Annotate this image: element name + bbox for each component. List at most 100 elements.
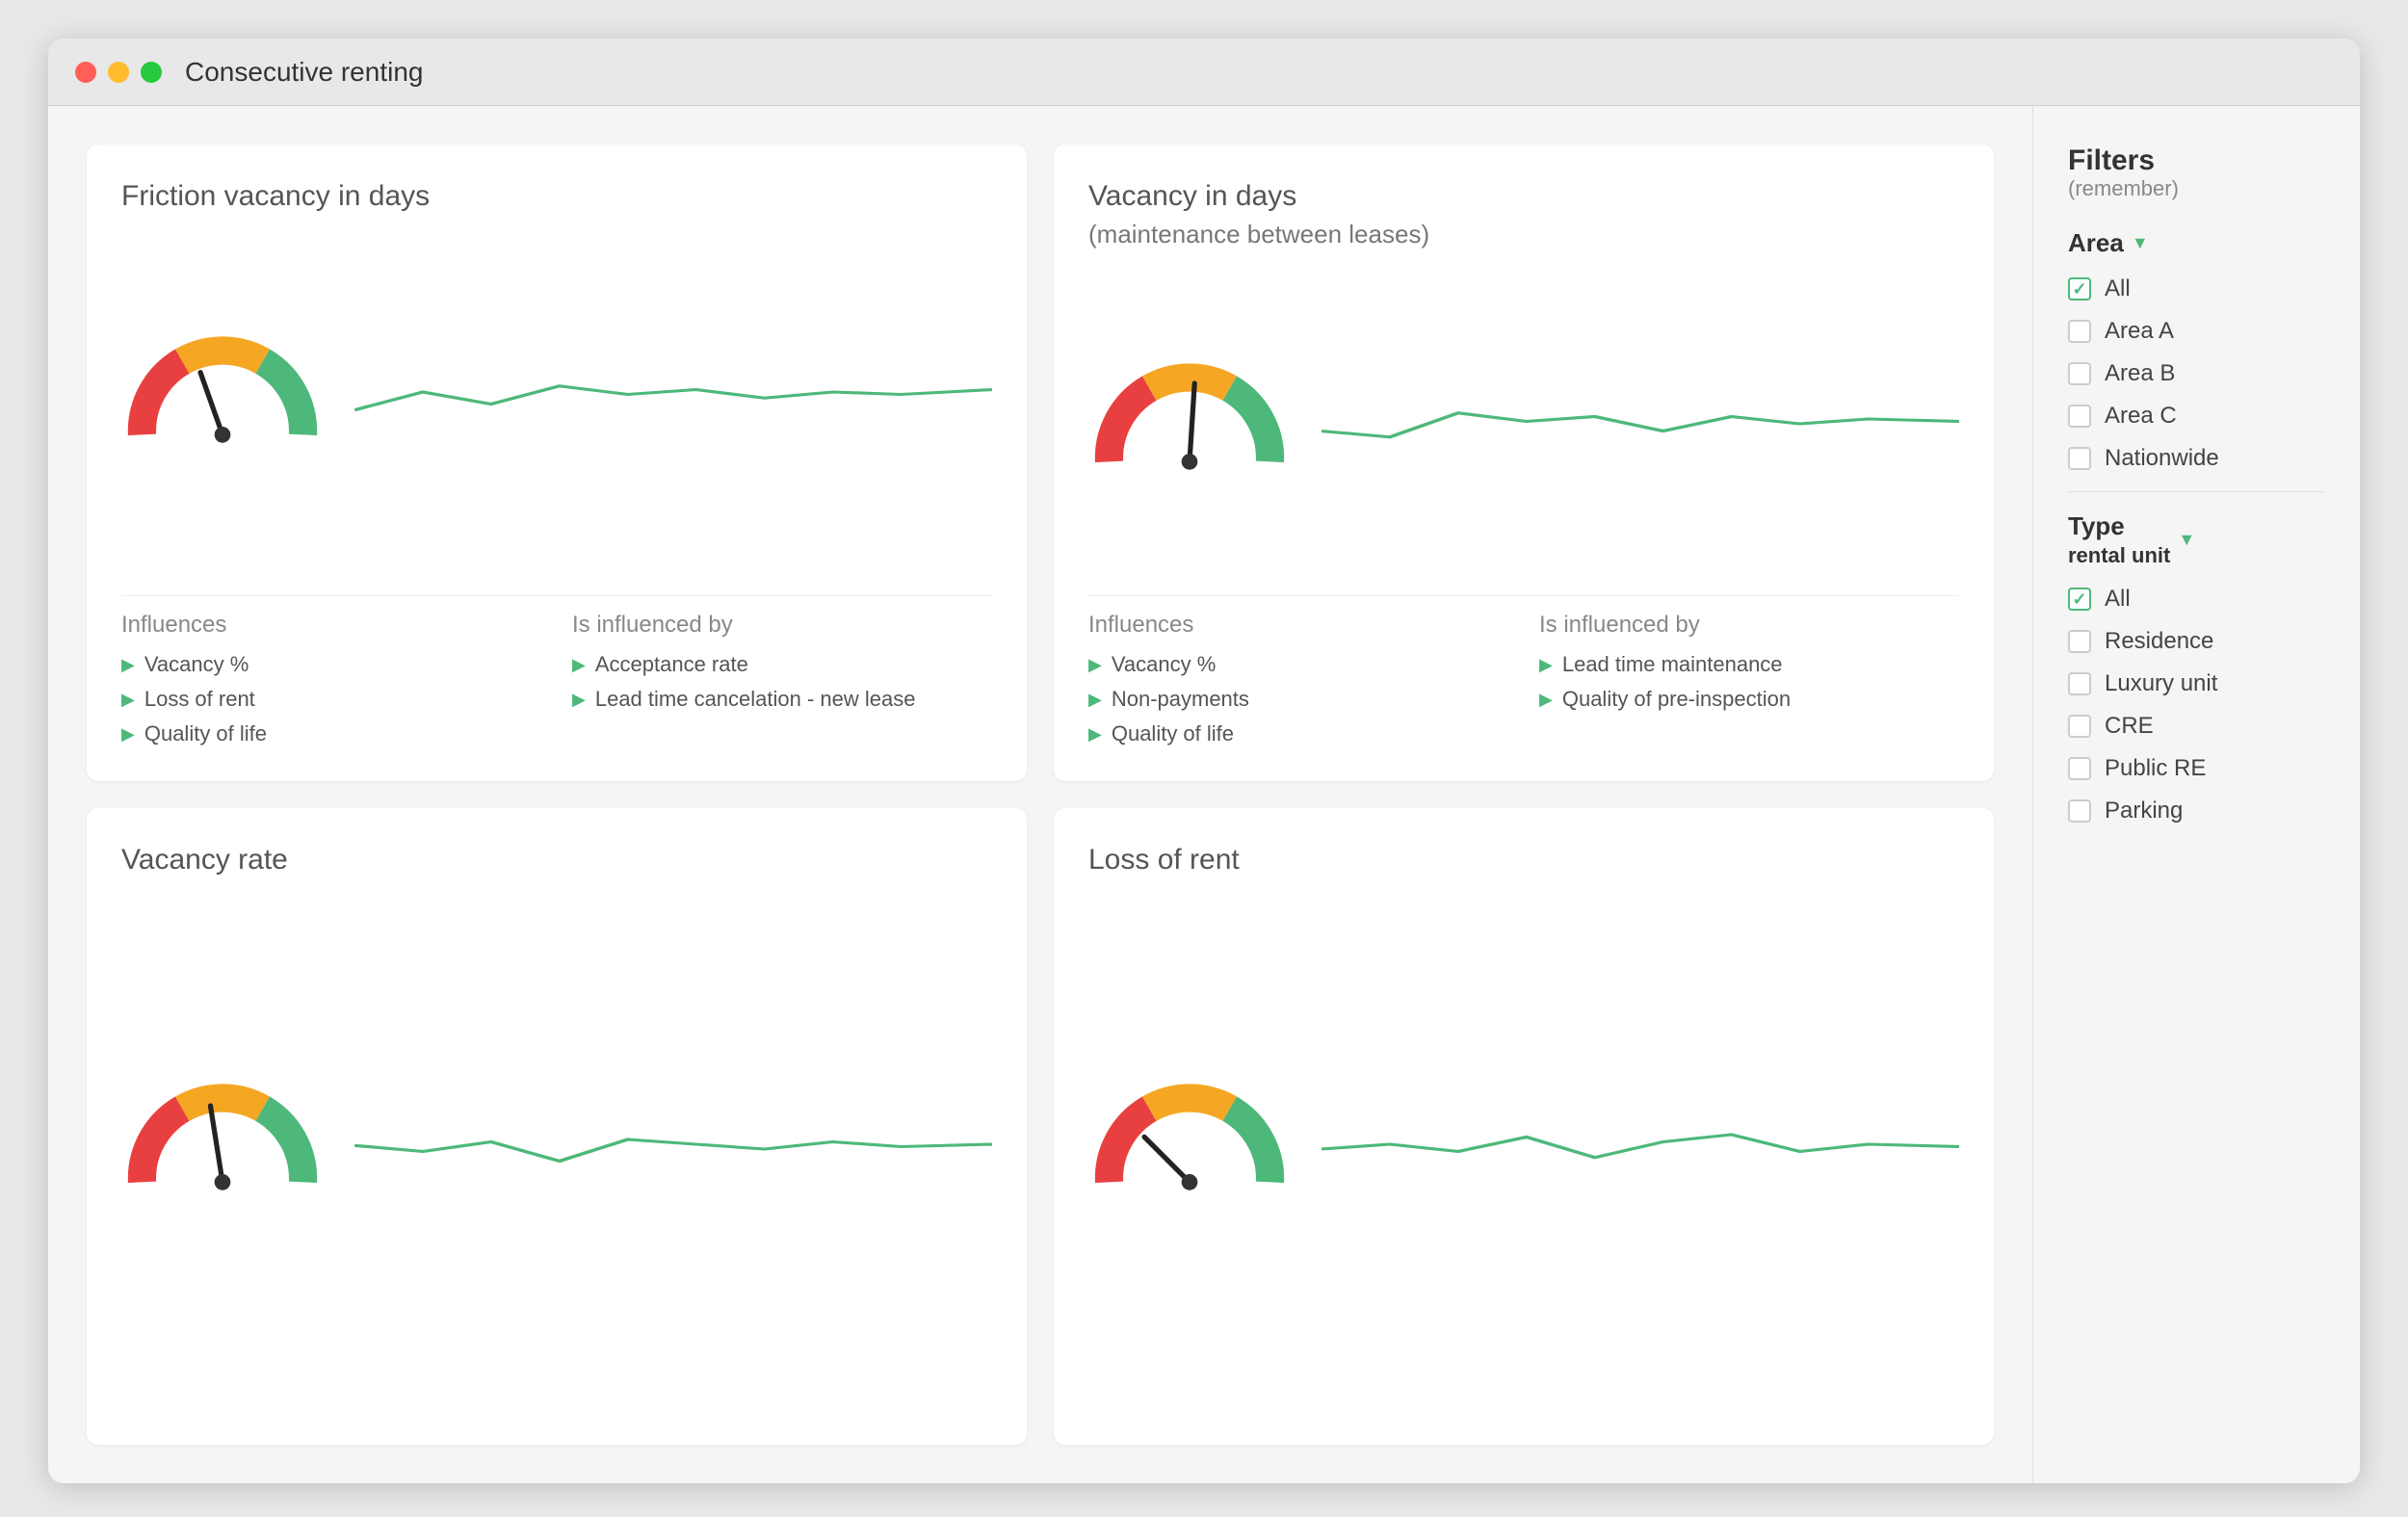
residence-label: Residence: [2105, 628, 2213, 655]
loss-of-rent-sparkline: [1322, 1091, 1959, 1188]
friction-vacancy-title: Friction vacancy in days: [121, 179, 992, 214]
list-item: ▶ Loss of rent: [121, 687, 541, 712]
card-divider: [121, 595, 992, 596]
friction-vacancy-visuals: [121, 220, 992, 564]
arrow-icon: ▶: [121, 690, 135, 710]
vacancy-days-title: Vacancy in days: [1088, 179, 1959, 214]
area-all-checkbox[interactable]: ✓: [2068, 277, 2091, 301]
type-all-label: All: [2105, 586, 2131, 613]
checkmark-icon: ✓: [2072, 279, 2086, 300]
public-re-checkbox[interactable]: [2068, 757, 2091, 780]
parking-checkbox[interactable]: [2068, 799, 2091, 823]
influence-text: Lead time cancelation - new lease: [595, 687, 916, 712]
type-option-residence[interactable]: Residence: [2068, 628, 2325, 655]
type-label: Type: [2068, 511, 2170, 541]
loss-of-rent-title: Loss of rent: [1088, 843, 1959, 877]
area-all-label: All: [2105, 275, 2131, 302]
type-option-public-re[interactable]: Public RE: [2068, 755, 2325, 782]
influence-text: Quality of pre-inspection: [1562, 687, 1791, 712]
vacancy-influences-list: ▶Vacancy % ▶ Non-payments ▶ Quality of lif…: [1088, 652, 1508, 746]
arrow-icon: ▶: [1088, 690, 1102, 710]
vacancy-influences-heading: Influences: [1088, 612, 1508, 639]
vacancy-days-subtitle: (maintenance between leases): [1088, 220, 1959, 249]
area-b-label: Area B: [2105, 360, 2175, 387]
influence-text: Non-payments: [1112, 687, 1249, 712]
friction-influences-section: Influences ▶Vacancy % ▶Loss of rent ▶Qua…: [121, 612, 992, 746]
filters-title: Filters: [2068, 144, 2325, 176]
close-button[interactable]: [75, 62, 96, 83]
type-option-cre[interactable]: CRE: [2068, 713, 2325, 740]
arrow-icon: ▶: [1088, 724, 1102, 745]
cre-checkbox[interactable]: [2068, 715, 2091, 738]
list-item: ▶ Acceptance rate: [572, 652, 992, 677]
area-option-b[interactable]: Area B: [2068, 360, 2325, 387]
area-option-all[interactable]: ✓ All: [2068, 275, 2325, 302]
area-c-checkbox[interactable]: [2068, 405, 2091, 428]
area-a-label: Area A: [2105, 318, 2174, 345]
friction-influenced-col: Is influenced by ▶ Acceptance rate ▶ Lead …: [572, 612, 992, 746]
vacancy-influences-col: Influences ▶Vacancy % ▶ Non-payments ▶ Qua…: [1088, 612, 1508, 746]
friction-influenced-list: ▶ Acceptance rate ▶ Lead time cancelation …: [572, 652, 992, 712]
influence-text: Quality of life: [1112, 721, 1234, 746]
arrow-icon: ▶: [1539, 655, 1553, 675]
loss-of-rent-gauge: [1088, 1082, 1291, 1197]
loss-of-rent-card: Loss of rent: [1054, 808, 1994, 1445]
vacancy-influenced-col: Is influenced by ▶Lead time maintenance …: [1539, 612, 1959, 746]
friction-influences-list: ▶ Vacancy % ▶ Loss of rent ▶Quality of lif…: [121, 652, 541, 746]
vacancy-influenced-heading: Is influenced by: [1539, 612, 1959, 639]
area-option-nationwide[interactable]: Nationwide: [2068, 445, 2325, 472]
vacancy-rate-gauge: [121, 1082, 324, 1197]
list-item: ▶Quality of life: [121, 721, 541, 746]
list-item: ▶ Lead time cancelation - new lease: [572, 687, 992, 712]
minimize-button[interactable]: [108, 62, 129, 83]
arrow-icon: ▶: [121, 655, 135, 675]
area-a-checkbox[interactable]: [2068, 320, 2091, 343]
vacancy-rate-title: Vacancy rate: [121, 843, 992, 877]
type-all-checkbox[interactable]: ✓: [2068, 588, 2091, 611]
gauge-svg: [121, 334, 324, 450]
area-b-checkbox[interactable]: [2068, 362, 2091, 385]
luxury-checkbox[interactable]: [2068, 672, 2091, 695]
main-window: Consecutive renting Friction vacancy in …: [48, 39, 2360, 1483]
list-item: ▶Vacancy %: [1088, 652, 1508, 677]
list-item: ▶ Non-payments: [1088, 687, 1508, 712]
list-item: ▶ Quality of life: [1088, 721, 1508, 746]
residence-checkbox[interactable]: [2068, 630, 2091, 653]
arrow-icon: ▶: [572, 655, 586, 675]
window-title: Consecutive renting: [185, 57, 423, 88]
friction-influenced-heading: Is influenced by: [572, 612, 992, 639]
gauge-svg-2: [1088, 361, 1291, 477]
influence-text: Quality of life: [144, 721, 267, 746]
sparkline-svg: [354, 344, 992, 440]
checkmark-icon-2: ✓: [2072, 589, 2086, 610]
area-option-c[interactable]: Area C: [2068, 403, 2325, 430]
maximize-button[interactable]: [141, 62, 162, 83]
bottom-cards-row: Vacancy rate: [87, 808, 1994, 1445]
filters-subtitle: (remember): [2068, 176, 2325, 201]
type-option-parking[interactable]: Parking: [2068, 798, 2325, 824]
window-controls: [75, 62, 162, 83]
area-label: Area: [2068, 228, 2124, 258]
area-filter-title: Area ▼: [2068, 228, 2325, 258]
sparkline-svg-3: [354, 1091, 992, 1188]
vacancy-days-visuals: [1088, 273, 1959, 564]
arrow-icon: ▶: [572, 690, 586, 710]
type-option-all[interactable]: ✓ All: [2068, 586, 2325, 613]
friction-vacancy-card: Friction vacancy in days: [87, 144, 1027, 781]
main-content: Friction vacancy in days: [48, 106, 2032, 1483]
influence-text: Acceptance rate: [595, 652, 748, 677]
sparkline-svg-2: [1322, 371, 1959, 467]
list-item: ▶ Vacancy %: [121, 652, 541, 677]
area-option-a[interactable]: Area A: [2068, 318, 2325, 345]
influence-text: Lead time maintenance: [1562, 652, 1783, 677]
influence-text: Vacancy %: [144, 652, 249, 677]
type-dropdown-icon[interactable]: ▼: [2178, 530, 2195, 550]
influence-text: Loss of rent: [144, 687, 255, 712]
friction-vacancy-gauge: [121, 334, 324, 450]
luxury-label: Luxury unit: [2105, 670, 2217, 697]
nationwide-checkbox[interactable]: [2068, 447, 2091, 470]
area-dropdown-icon[interactable]: ▼: [2132, 233, 2149, 253]
type-option-luxury[interactable]: Luxury unit: [2068, 670, 2325, 697]
parking-label: Parking: [2105, 798, 2183, 824]
friction-vacancy-sparkline: [354, 344, 992, 440]
